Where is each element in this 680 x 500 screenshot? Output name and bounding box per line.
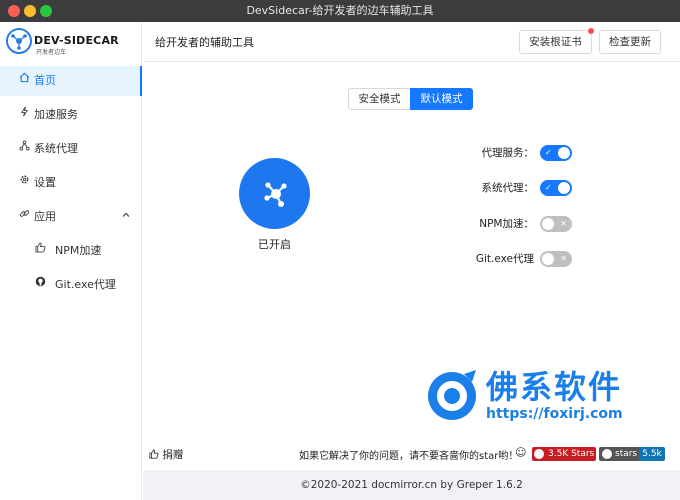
page-title: 给开发者的辅助工具: [155, 36, 254, 49]
footer-text: ©2020-2021 docmirror.cn by Greper 1.6.2: [300, 479, 523, 491]
system-proxy-row: 系统代理： ✓: [450, 178, 580, 198]
git-proxy-label: Git.exe代理: [475, 253, 534, 265]
smile-icon: ☺: [515, 446, 527, 459]
close-icon: ✕: [560, 254, 567, 263]
logo: DEV-SIDECAR 开发者边车: [0, 22, 142, 62]
sidebar-item-npm[interactable]: NPM加速: [0, 236, 142, 266]
main-toggle-button[interactable]: [239, 158, 310, 229]
system-proxy-switch[interactable]: ✓: [540, 180, 572, 196]
git-proxy-switch[interactable]: ✕: [540, 251, 572, 267]
donate-button[interactable]: 捐赠: [149, 447, 183, 462]
app-window: DevSidecar-给开发者的边车辅助工具 DEV-SIDECAR 开发者边车: [0, 0, 680, 500]
github-stars-label-part: stars: [599, 447, 639, 461]
close-icon: ✕: [560, 219, 567, 228]
github-stars-value: 5.5k: [639, 447, 665, 461]
close-window-button[interactable]: [8, 5, 20, 17]
watermark-logo-icon: [428, 370, 476, 420]
sidebar-item-label: NPM加速: [55, 244, 102, 257]
install-cert-button[interactable]: 安装根证书: [519, 28, 594, 54]
sidebar-item-apps[interactable]: 应用: [0, 202, 142, 232]
sidebar-item-label: 系统代理: [34, 142, 78, 155]
check-icon: ✓: [545, 148, 552, 157]
system-proxy-label: 系统代理：: [481, 182, 535, 194]
sidebar-item-label: 设置: [34, 176, 56, 189]
notification-dot: [588, 28, 594, 34]
gitee-stars-badge[interactable]: 3.5K Stars: [532, 447, 596, 461]
thumbs-up-icon: [34, 236, 46, 266]
default-mode-label: 默认模式: [420, 93, 463, 105]
sidebar-item-home[interactable]: 首页: [0, 66, 142, 96]
star-message: 如果它解决了你的问题，请不要吝啬你的star哟！: [299, 451, 519, 462]
npm-acceleration-label: NPM加速：: [479, 218, 534, 230]
watermark: 佛系软件 https://foxirj.com: [424, 362, 664, 432]
github-stars-label: stars: [615, 449, 638, 459]
install-cert-label: 安装根证书: [529, 36, 582, 48]
logo-name: DEV-SIDECAR: [34, 34, 119, 47]
switch-knob: [558, 182, 570, 194]
sidebar-item-label: 首页: [34, 74, 56, 87]
maximize-window-button[interactable]: [40, 5, 52, 17]
npm-acceleration-row: NPM加速： ✕: [450, 214, 580, 234]
watermark-name: 佛系软件: [486, 368, 623, 406]
logo-tagline: 开发者边车: [36, 49, 67, 56]
donate-label: 捐赠: [162, 449, 184, 461]
logo-icon: [6, 28, 32, 54]
sidebar-item-label: 应用: [34, 210, 56, 223]
gear-icon: [18, 168, 30, 198]
sidebar-item-git[interactable]: Git.exe代理: [0, 270, 142, 300]
sidebar-item-label: Git.exe代理: [55, 278, 116, 291]
sidebar-item-system-proxy[interactable]: 系统代理: [0, 134, 142, 164]
sidebar-item-acceleration[interactable]: 加速服务: [0, 100, 142, 130]
switch-knob: [542, 218, 554, 230]
github-icon: [34, 270, 46, 300]
github-stars-badge[interactable]: stars 5.5k: [599, 447, 665, 461]
check-icon: ✓: [545, 183, 552, 192]
proxy-service-switch[interactable]: ✓: [540, 145, 572, 161]
main-toggle-status: 已开启: [258, 238, 291, 251]
check-update-button[interactable]: 检查更新: [599, 30, 661, 54]
minimize-window-button[interactable]: [24, 5, 36, 17]
link-icon: [18, 202, 30, 232]
git-proxy-row: Git.exe代理 ✕: [450, 249, 580, 269]
cluster-icon: [18, 134, 30, 164]
proxy-service-label: 代理服务：: [481, 147, 535, 159]
gitee-icon: [534, 449, 544, 459]
check-update-label: 检查更新: [609, 36, 651, 48]
home-icon: [18, 66, 30, 96]
gitee-stars-value: 3.5K Stars: [548, 449, 595, 459]
npm-acceleration-switch[interactable]: ✕: [540, 216, 572, 232]
github-icon: [602, 449, 612, 459]
sidebar-item-settings[interactable]: 设置: [0, 168, 142, 198]
header: 给开发者的辅助工具 安装根证书 检查更新: [143, 22, 680, 62]
proxy-service-row: 代理服务： ✓: [450, 143, 580, 163]
thumbs-up-icon: [149, 449, 159, 459]
safe-mode-label: 安全模式: [358, 93, 401, 105]
hub-icon: [264, 182, 287, 207]
safe-mode-button[interactable]: 安全模式: [348, 88, 411, 110]
default-mode-button[interactable]: 默认模式: [410, 88, 473, 110]
thunder-icon: [18, 100, 30, 130]
bottom-bar: 捐赠 如果它解决了你的问题，请不要吝啬你的star哟！ ☺ 3.5K Stars…: [143, 443, 680, 465]
footer: ©2020-2021 docmirror.cn by Greper 1.6.2: [143, 470, 680, 500]
sidebar: DEV-SIDECAR 开发者边车 首页 加速服务 系统代理 设置 应用 NPM…: [0, 22, 142, 500]
switch-knob: [558, 147, 570, 159]
watermark-url: https://foxirj.com: [486, 406, 623, 422]
sidebar-item-label: 加速服务: [34, 108, 78, 121]
chevron-up-icon: [122, 202, 130, 232]
titlebar: DevSidecar-给开发者的边车辅助工具: [0, 0, 680, 22]
switch-knob: [542, 253, 554, 265]
window-title: DevSidecar-给开发者的边车辅助工具: [246, 4, 434, 17]
